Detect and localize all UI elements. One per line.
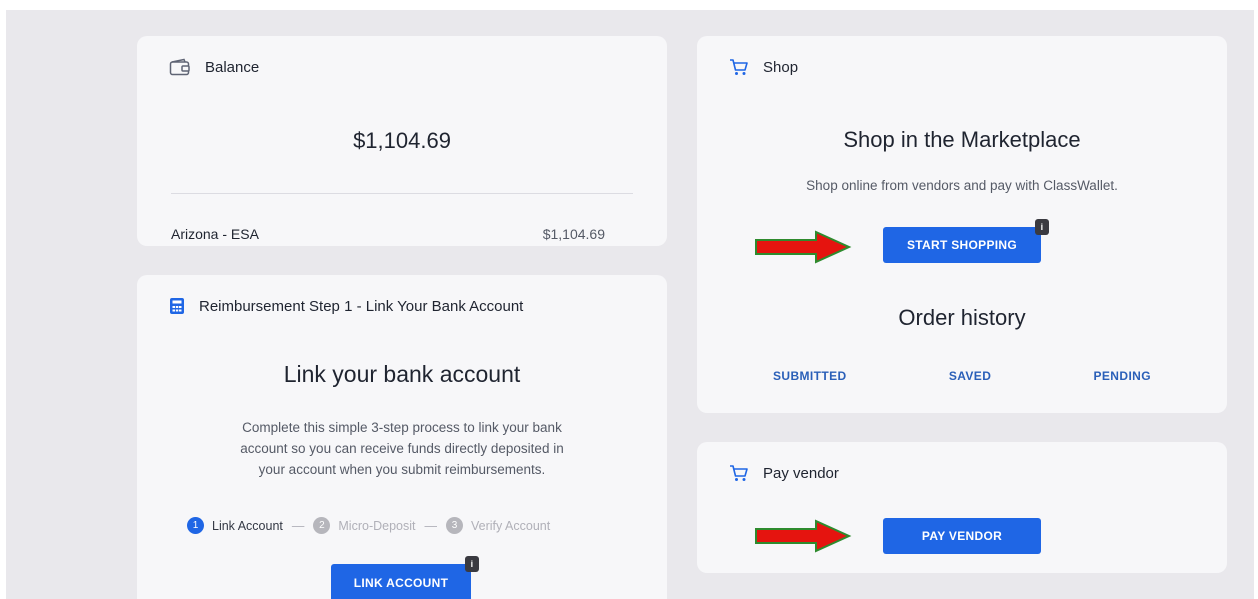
balance-title: Balance [205, 58, 260, 76]
reimbursement-card-header: Reimbursement Step 1 - Link Your Bank Ac… [169, 297, 523, 315]
shop-card-header: Shop [729, 58, 798, 76]
dashboard-frame: Balance $1,104.69 Arizona - ESA $1,104.6… [6, 10, 1254, 599]
order-history-heading: Order history [898, 305, 1026, 330]
link-bank-description: Complete this simple 3-step process to l… [185, 417, 619, 480]
shop-card: Shop Shop in the Marketplace Shop online… [697, 36, 1227, 413]
reimbursement-card: Reimbursement Step 1 - Link Your Bank Ac… [137, 275, 667, 599]
start-shopping-button-label: START SHOPPING [907, 238, 1017, 252]
description-line: Complete this simple 3-step process to l… [242, 420, 562, 435]
tab-pending[interactable]: PENDING [1094, 369, 1151, 383]
reimbursement-title: Reimbursement Step 1 - Link Your Bank Ac… [199, 297, 524, 315]
wallet-icon [169, 58, 191, 76]
step-label: Verify Account [471, 518, 551, 533]
tab-submitted[interactable]: SUBMITTED [773, 369, 847, 383]
arrow-right-icon [755, 519, 852, 553]
info-badge: i [1035, 219, 1049, 235]
info-badge: i [465, 556, 479, 572]
arrow-right-icon [755, 230, 852, 264]
shopping-cart-icon [729, 464, 749, 482]
divider [171, 193, 633, 194]
tab-saved[interactable]: SAVED [949, 369, 991, 383]
link-bank-heading: Link your bank account [283, 361, 521, 387]
step-number: 1 [187, 517, 204, 534]
description-line: your account when you submit reimburseme… [258, 462, 546, 477]
pay-vendor-title: Pay vendor [763, 464, 839, 482]
start-shopping-button[interactable]: START SHOPPING i [883, 219, 1049, 263]
marketplace-description: Shop online from vendors and pay with Cl… [806, 178, 1118, 193]
account-name: Arizona - ESA [171, 226, 259, 242]
step-indicator: 1 Link Account — 2 Micro-Deposit — 3 Ver… [187, 517, 550, 534]
pay-vendor-card: Pay vendor PAY VENDOR [697, 442, 1227, 573]
pay-vendor-button[interactable]: PAY VENDOR [883, 518, 1041, 554]
step-label: Link Account [212, 518, 283, 533]
order-history-tabs: SUBMITTED SAVED PENDING [773, 369, 1151, 383]
pay-vendor-card-header: Pay vendor [729, 464, 839, 482]
link-account-button-label: LINK ACCOUNT [353, 576, 449, 590]
marketplace-heading: Shop in the Marketplace [843, 127, 1081, 152]
shop-title: Shop [763, 58, 799, 76]
pay-vendor-button-label: PAY VENDOR [921, 529, 1003, 543]
step-separator: — [424, 518, 438, 533]
balance-card: Balance $1,104.69 Arizona - ESA $1,104.6… [137, 36, 667, 246]
balance-amount: $1,104.69 [353, 128, 451, 153]
step-number: 3 [446, 517, 463, 534]
account-amount: $1,104.69 [542, 226, 605, 242]
calculator-icon [169, 297, 185, 315]
step-label: Micro-Deposit [338, 518, 416, 533]
shopping-cart-icon [729, 58, 749, 76]
step-separator: — [291, 518, 305, 533]
account-row: Arizona - ESA $1,104.69 [171, 226, 605, 242]
balance-card-header: Balance [169, 58, 259, 76]
description-line: account so you can receive funds directl… [240, 441, 564, 456]
link-account-button[interactable]: LINK ACCOUNT i [331, 556, 479, 599]
step-number: 2 [313, 517, 331, 534]
